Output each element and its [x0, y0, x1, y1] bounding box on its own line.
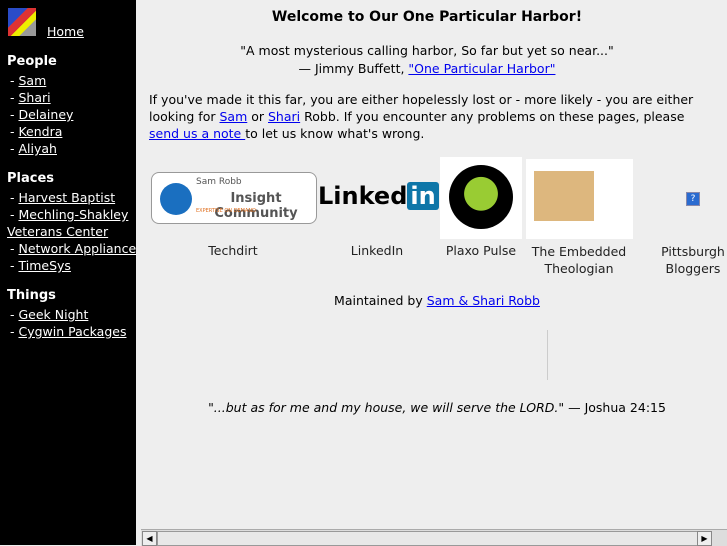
scroll-right-icon[interactable]: ▶	[697, 531, 712, 546]
nav-veterans-center[interactable]: Veterans Center	[7, 224, 108, 239]
intro-text: Robb. If you encounter any problems on t…	[300, 109, 685, 124]
nav-geek-night[interactable]: Geek Night	[18, 307, 88, 322]
shari-link[interactable]: Shari	[268, 109, 300, 124]
linkedin-logo[interactable]: Linked in	[318, 182, 439, 210]
nav-network-appliance[interactable]: Network Appliance	[18, 241, 136, 256]
scrollbar-thumb[interactable]	[157, 531, 699, 546]
card-label-linkedin: LinkedIn	[350, 243, 404, 258]
section-people: People	[7, 54, 57, 69]
nav-harvest-baptist[interactable]: Harvest Baptist	[18, 190, 115, 205]
badge-sub: EXPERTISE ON DEMAND	[196, 208, 256, 214]
scroll-left-icon[interactable]: ◀	[142, 531, 157, 546]
card-label-theologian: The Embedded Theologian	[531, 244, 627, 276]
nav-shari[interactable]: Shari	[18, 90, 50, 105]
verse-ref: — Joshua 24:15	[564, 400, 666, 415]
intro-paragraph: If you've made it this far, you are eith…	[149, 91, 717, 142]
plaxo-alien-image[interactable]	[440, 157, 522, 239]
nav-kendra[interactable]: Kendra	[18, 124, 62, 139]
linkedin-word: Linked	[318, 182, 408, 210]
maintained-label: Maintained by	[334, 293, 427, 308]
nav-sam[interactable]: Sam	[18, 73, 46, 88]
quote-attribution: — Jimmy Buffett,	[298, 61, 409, 76]
nav-home[interactable]: Home	[47, 24, 84, 39]
card-label-pittsburgh: Pittsburgh Bloggers	[661, 244, 725, 276]
card-label-plaxo: Plaxo Pulse	[445, 243, 517, 258]
insight-community-badge[interactable]: Sam Robb Insight Community EXPERTISE ON …	[151, 172, 317, 224]
horizontal-scrollbar[interactable]: ◀ ▶	[141, 529, 727, 546]
wooden-usb-image[interactable]	[526, 159, 633, 239]
intro-text: to let us know what's wrong.	[245, 126, 425, 141]
send-note-link[interactable]: send us a note	[149, 126, 245, 141]
linkedin-in: in	[407, 182, 439, 210]
maintainers-link[interactable]: Sam & Shari Robb	[427, 293, 540, 308]
song-link[interactable]: "One Particular Harbor"	[408, 61, 555, 76]
verse: "...but as for me and my house, we will …	[208, 400, 565, 415]
badge-name: Sam Robb	[196, 177, 242, 187]
palm-tree-icon	[547, 330, 548, 380]
nav-delainey[interactable]: Delainey	[18, 107, 73, 122]
nav-timesys[interactable]: TimeSys	[18, 258, 70, 273]
card-label-techdirt: Techdirt	[208, 243, 258, 258]
quote: "A most mysterious calling harbor, So fa…	[240, 43, 614, 58]
main-content: Welcome to Our One Particular Harbor! "A…	[137, 0, 727, 529]
nav-aliyah[interactable]: Aliyah	[18, 141, 56, 156]
sam-link[interactable]: Sam	[219, 109, 247, 124]
page-title: Welcome to Our One Particular Harbor!	[271, 9, 583, 25]
parrot-logo[interactable]	[8, 8, 36, 36]
section-places: Places	[7, 171, 55, 186]
sidebar: Home People - Sam - Shari - Delainey - K…	[0, 0, 136, 545]
section-things: Things	[7, 288, 56, 303]
nav-cygwin[interactable]: Cygwin Packages	[18, 324, 126, 339]
nav-mechling-shakley[interactable]: Mechling-Shakley	[18, 207, 128, 222]
badge-title: Insight Community	[214, 191, 298, 221]
intro-text: or	[247, 109, 268, 124]
broken-image-icon[interactable]: ?	[686, 192, 700, 206]
